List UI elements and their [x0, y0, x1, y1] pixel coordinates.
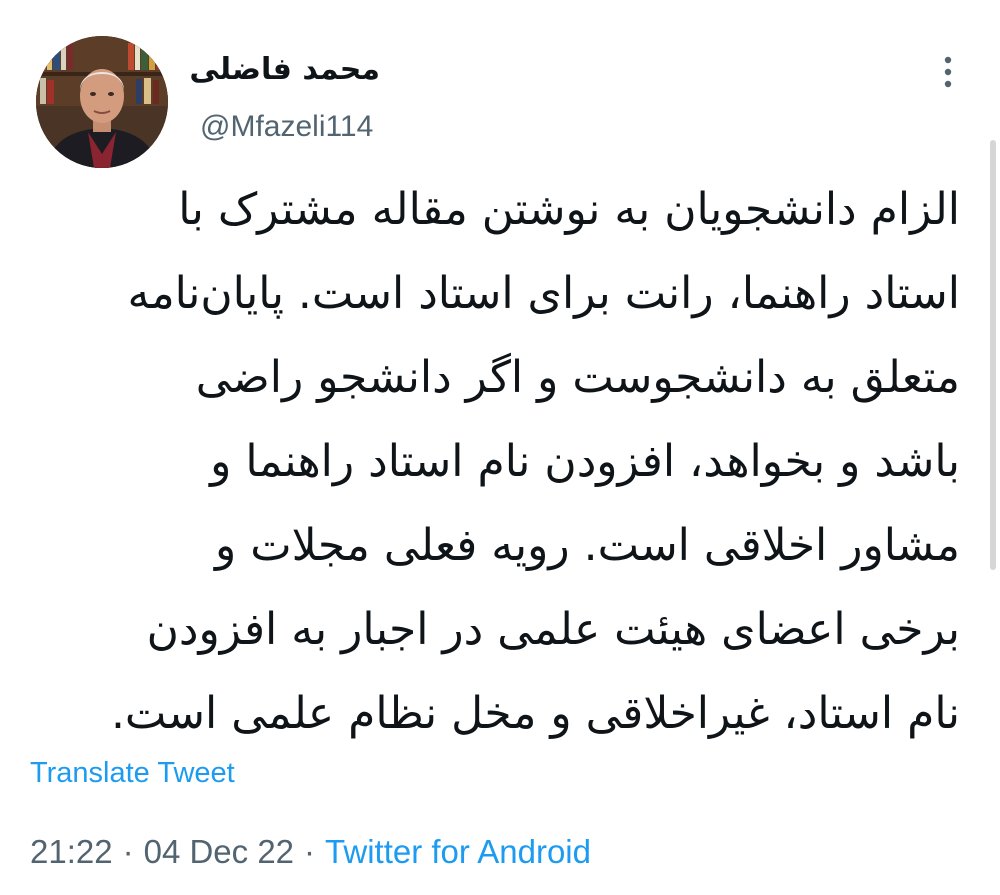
avatar-photo — [36, 36, 168, 168]
tweet-time[interactable]: 21:22 — [30, 833, 113, 870]
tweet-date[interactable]: 04 Dec 22 — [144, 833, 294, 870]
tweet-line: مشاور اخلاقی است. رویه فعلی مجلات و — [214, 520, 960, 571]
translate-tweet-link[interactable]: Translate Tweet — [30, 757, 235, 790]
tweet-line: برخی اعضای هیئت علمی در اجبار به افزودن — [146, 604, 960, 655]
tweet-card: محمد فاضلی @Mfazeli114 الزام دانشجویان ب… — [0, 0, 1000, 895]
tweet-source-link[interactable]: Twitter for Android — [325, 833, 591, 870]
tweet-body: الزام دانشجویان به نوشتن مقاله مشترک با … — [30, 168, 960, 756]
tweet-metadata: 21:22 · 04 Dec 22 · Twitter for Android — [30, 833, 591, 871]
tweet-line: متعلق به دانشجوست و اگر دانشجو راضی — [195, 352, 960, 403]
more-options-button[interactable] — [930, 52, 966, 92]
author-display-name[interactable]: محمد فاضلی — [189, 52, 380, 87]
tweet-line: باشد و بخواهد، افزودن نام استاد راهنما و — [210, 436, 960, 487]
meta-separator: · — [122, 833, 134, 870]
vertical-ellipsis-icon — [944, 56, 952, 88]
author-avatar[interactable] — [36, 36, 168, 168]
tweet-line: نام استاد، غیراخلاقی و مخل نظام علمی است… — [110, 688, 960, 739]
tweet-line: استاد راهنما، رانت برای استاد است. پایان… — [127, 268, 960, 319]
tweet-line: الزام دانشجویان به نوشتن مقاله مشترک با — [178, 184, 960, 235]
author-handle[interactable]: @Mfazeli114 — [200, 110, 373, 144]
scrollbar[interactable] — [990, 140, 996, 570]
meta-separator: · — [304, 833, 316, 870]
